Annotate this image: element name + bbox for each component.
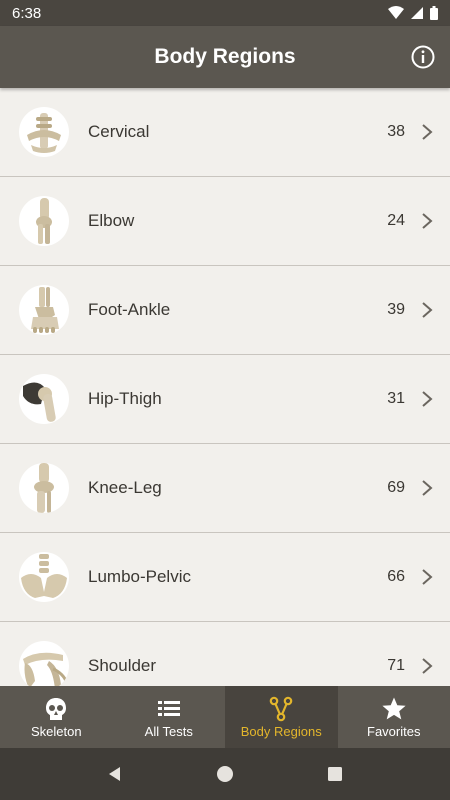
system-nav-bar [0,748,450,800]
body-regions-icon [269,696,293,721]
test-count: 66 [387,568,405,585]
shoulder-icon [19,641,69,686]
chevron-right-icon [422,569,433,585]
chevron-right-icon [422,302,433,318]
star-icon [382,697,406,719]
nav-all-tests[interactable]: All Tests [113,686,226,748]
nav-label: Skeleton [30,723,82,739]
chevron-right-icon [422,391,433,407]
page-title: Body Regions [154,45,296,68]
nav-favorites[interactable]: Favorites [338,686,450,748]
chevron-right-icon [422,480,433,496]
elbow-icon [19,196,69,246]
list-item-hip-thigh[interactable]: Hip-Thigh 31 [0,355,450,444]
nav-label: Favorites [367,723,421,739]
region-list: Cervical 38 Elbow 24 Foot-Ankle 39 Hip-T… [0,88,450,686]
recents-icon[interactable] [325,764,345,784]
list-item-lumbo-pelvic[interactable]: Lumbo-Pelvic 66 [0,533,450,622]
battery-icon [430,6,438,20]
status-time: 6:38 [12,4,42,22]
app-bar: Body Regions [0,26,450,88]
cervical-spine-icon [19,107,69,157]
list-item-label: Foot-Ankle [88,300,171,319]
back-icon[interactable] [105,764,125,784]
list-item-label: Hip-Thigh [88,389,162,408]
test-count: 71 [387,657,405,674]
signal-icon [411,7,423,19]
bottom-nav: Skeleton All Tests Body Regions Favorite… [0,686,450,748]
list-item-label: Cervical [88,122,150,141]
info-icon[interactable] [410,44,436,70]
nav-body-regions[interactable]: Body Regions [225,686,338,748]
chevron-right-icon [422,124,433,140]
chevron-right-icon [422,213,433,229]
knee-leg-icon [19,463,69,513]
home-icon[interactable] [215,764,235,784]
list-item-shoulder[interactable]: Shoulder 71 [0,622,450,686]
list-item-label: Lumbo-Pelvic [88,567,191,586]
hip-thigh-icon [19,374,69,424]
list-item-cervical[interactable]: Cervical 38 [0,88,450,177]
nav-skeleton[interactable]: Skeleton [0,686,113,748]
list-icon [157,700,180,716]
list-item-label: Shoulder [88,656,157,675]
test-count: 31 [387,390,405,407]
chevron-right-icon [422,658,433,674]
list-item-label: Elbow [88,211,135,230]
nav-label: Body Regions [240,723,322,739]
test-count: 39 [387,301,405,318]
test-count: 24 [387,212,405,229]
wifi-icon [388,6,404,19]
list-item-knee-leg[interactable]: Knee-Leg 69 [0,444,450,533]
skull-icon [46,697,67,720]
list-item-foot-ankle[interactable]: Foot-Ankle 39 [0,266,450,355]
nav-label: All Tests [144,723,193,739]
foot-ankle-icon [19,285,69,335]
test-count: 38 [387,123,405,140]
lumbo-pelvic-icon [19,552,69,602]
status-bar: 6:38 [0,0,450,26]
list-item-elbow[interactable]: Elbow 24 [0,177,450,266]
test-count: 69 [387,479,405,496]
list-item-label: Knee-Leg [88,478,162,497]
